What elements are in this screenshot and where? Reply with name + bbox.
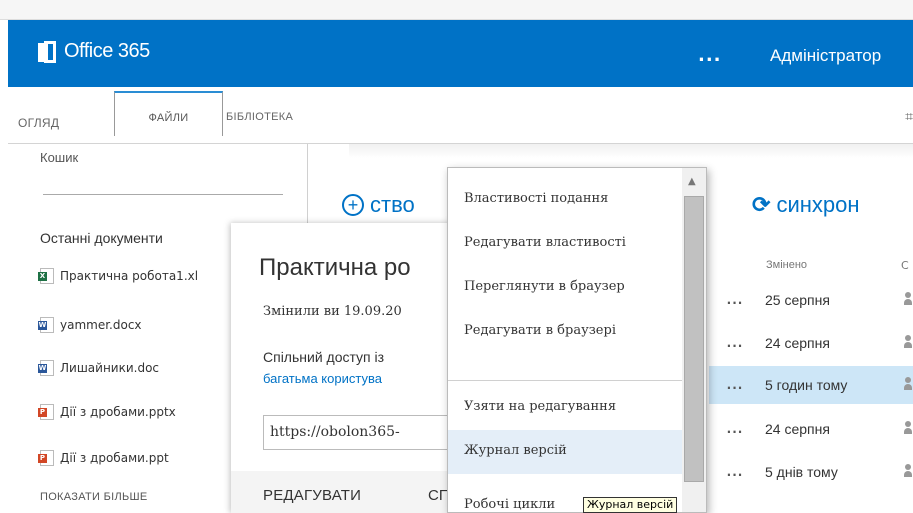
sync-button[interactable]: ⟳ синхрон	[752, 192, 860, 218]
person-icon	[904, 335, 912, 349]
item-menu-button[interactable]: ...	[709, 293, 749, 307]
modified-date: 25 серпня	[765, 292, 830, 308]
table-row[interactable]: ... 25 серпня	[709, 281, 913, 319]
suite-bar: Office 365 ... Адміністратор	[8, 20, 913, 87]
recent-document-item[interactable]: P Дії з дробами.pptx	[38, 404, 176, 420]
new-document-label: ство	[370, 192, 415, 217]
person-icon	[904, 377, 912, 391]
menu-item-view-in-browser[interactable]: Переглянути в браузер	[448, 266, 682, 310]
tab-files[interactable]: ФАЙЛИ	[114, 91, 223, 136]
edit-button[interactable]: РЕДАГУВАТИ	[263, 487, 361, 504]
focus-content-icon[interactable]: ⌗	[905, 109, 913, 125]
document-name: Дії з дробами.ppt	[60, 451, 169, 465]
sync-label: синхрон	[776, 192, 860, 217]
menu-item-view-properties[interactable]: Властивості подання	[448, 178, 682, 222]
recent-documents-heading: Останні документи	[40, 230, 163, 246]
tab-library[interactable]: БІБЛІОТЕКА	[226, 111, 293, 123]
more-apps-button[interactable]: ...	[698, 45, 722, 66]
show-more-link[interactable]: ПОКАЗАТИ БІЛЬШЕ	[40, 491, 148, 503]
callout-shared-with-label: Спільний доступ із	[263, 349, 385, 365]
column-header-modified-by[interactable]: С	[901, 259, 909, 272]
recent-document-item[interactable]: W yammer.docx	[38, 317, 142, 333]
menu-item-edit-properties[interactable]: Редагувати властивості	[448, 222, 682, 266]
item-menu-button[interactable]: ...	[709, 465, 749, 479]
top-strip	[0, 0, 913, 20]
tooltip: Журнал версій	[583, 497, 678, 513]
scroll-up-arrow-icon[interactable]: ▲	[688, 176, 696, 187]
office-logo-icon	[38, 40, 56, 63]
recent-document-item[interactable]: P Дії з дробами.ppt	[38, 450, 169, 466]
table-row[interactable]: ... 5 годин тому	[709, 366, 913, 404]
office-365-logo[interactable]: Office 365	[38, 40, 150, 63]
new-document-button[interactable]: + ство	[342, 192, 415, 218]
menu-item-check-out[interactable]: Узяти на редагування	[448, 386, 682, 430]
person-icon	[904, 464, 912, 478]
powerpoint-file-icon: P	[38, 404, 54, 420]
sync-icon: ⟳	[752, 192, 771, 217]
recycle-bin-link[interactable]: Кошик	[40, 150, 78, 165]
modified-date: 24 серпня	[765, 335, 830, 351]
callout-modified-info: Змінили ви 19.09.20	[263, 304, 402, 319]
document-url-field[interactable]: https://obolon365-	[263, 415, 463, 450]
item-menu-button[interactable]: ...	[709, 378, 749, 392]
document-name: Дії з дробами.pptx	[60, 405, 176, 419]
recent-document-item[interactable]: X Практична робота1.xl	[38, 268, 199, 284]
column-header-modified[interactable]: Змінено	[766, 259, 807, 271]
recent-document-item[interactable]: W Лишайники.doc	[38, 360, 160, 376]
brand-name: Office 365	[64, 40, 150, 62]
item-menu-button[interactable]: ...	[709, 336, 749, 350]
word-file-icon: W	[38, 317, 54, 333]
modified-date: 5 днів тому	[765, 464, 838, 480]
item-menu-button[interactable]: ...	[709, 422, 749, 436]
person-icon	[904, 421, 912, 435]
context-menu: Властивості подання Редагувати властивос…	[447, 167, 707, 513]
scroll-thumb[interactable]	[684, 196, 704, 482]
menu-item-version-history[interactable]: Журнал версій	[448, 430, 682, 474]
document-name: Практична робота1.xl	[60, 269, 199, 283]
callout-shared-users-link[interactable]: багатьма користува	[263, 371, 382, 386]
nav-divider	[43, 194, 283, 195]
ribbon: ОГЛЯД ФАЙЛИ БІБЛІОТЕКА ⌗	[8, 87, 913, 144]
menu-item-edit-in-browser[interactable]: Редагувати в браузері	[448, 310, 682, 354]
plus-icon: +	[342, 194, 364, 216]
menu-separator	[448, 380, 682, 381]
user-menu-button[interactable]: Адміністратор	[770, 46, 881, 66]
excel-file-icon: X	[38, 268, 54, 284]
table-row[interactable]: ... 5 днів тому	[709, 453, 913, 491]
word-file-icon: W	[38, 360, 54, 376]
callout-title: Практична ро	[259, 254, 411, 281]
table-row[interactable]: ... 24 серпня	[709, 324, 913, 362]
table-row[interactable]: ... 24 серпня	[709, 410, 913, 448]
person-icon	[904, 292, 912, 306]
document-name: Лишайники.doc	[60, 361, 160, 375]
document-name: yammer.docx	[60, 318, 142, 332]
modified-date: 5 годин тому	[765, 377, 848, 393]
modified-date: 24 серпня	[765, 421, 830, 437]
powerpoint-file-icon: P	[38, 450, 54, 466]
tab-browse[interactable]: ОГЛЯД	[18, 116, 59, 130]
menu-scrollbar[interactable]: ▲	[682, 168, 706, 512]
